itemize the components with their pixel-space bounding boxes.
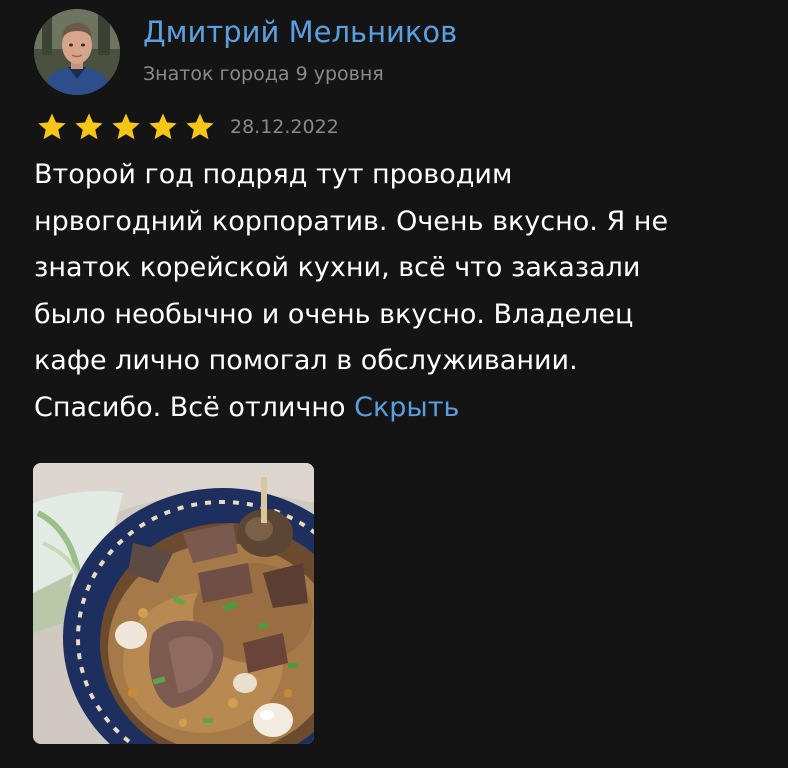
star-icon bbox=[112, 113, 140, 140]
review-card: Дмитрий Мельников Знаток города 9 уровня… bbox=[0, 0, 788, 768]
review-text-last-line: Спасибо. Всё отлично Скрыть bbox=[34, 385, 774, 432]
review-date: 28.12.2022 bbox=[230, 116, 339, 138]
star-icon bbox=[149, 113, 177, 140]
review-text-line: знаток корейской кухни, всё что заказали bbox=[34, 252, 641, 283]
hide-text-link[interactable]: Скрыть bbox=[354, 392, 459, 423]
review-photo[interactable] bbox=[33, 463, 314, 744]
star-icon bbox=[186, 113, 214, 140]
avatar[interactable] bbox=[34, 9, 120, 95]
review-text-line: было необычно и очень вкусно. Владелец bbox=[34, 298, 634, 330]
review-text-line: Спасибо. Всё отлично bbox=[34, 391, 346, 423]
star-rating bbox=[34, 112, 218, 142]
star-icon bbox=[38, 113, 66, 140]
review-text-line: нрвогодний корпоратив. Очень вкусно. Я н… bbox=[34, 205, 669, 237]
review-text-line: Второй год подряд тут проводим bbox=[34, 159, 513, 190]
author-name[interactable]: Дмитрий Мельников bbox=[143, 12, 457, 52]
review-text: Второй год подряд тут проводим нрвогодни… bbox=[34, 152, 774, 431]
star-icon bbox=[75, 113, 103, 140]
review-text-line: кафе лично помогал в обслуживании. bbox=[34, 345, 578, 376]
author-level: Знаток города 9 уровня bbox=[143, 63, 384, 85]
